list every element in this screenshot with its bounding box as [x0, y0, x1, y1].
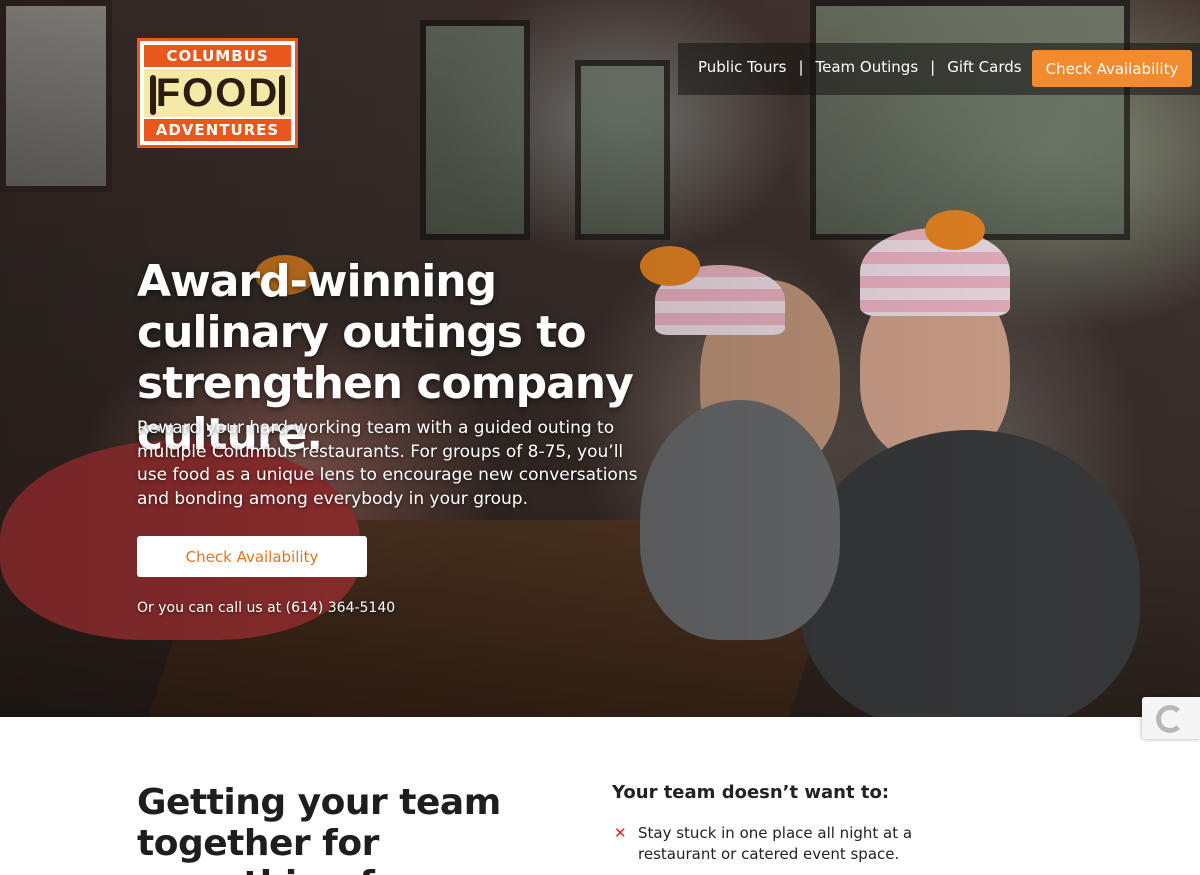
logo-text-mid: FOOD: [144, 69, 291, 117]
nav-check-availability-button[interactable]: Check Availability: [1032, 50, 1192, 87]
nav-links: Public Tours | Team Outings | Gift Cards: [698, 43, 1022, 91]
call-us-prefix: Or you can call us at: [137, 600, 282, 616]
spoon-icon: [279, 75, 285, 115]
list-item: ✕ Stay stuck in one place all night at a…: [614, 823, 994, 865]
list-item-text: Stay stuck in one place all night at a r…: [638, 824, 913, 863]
nav-link-gift-cards[interactable]: Gift Cards: [947, 58, 1021, 76]
recaptcha-badge[interactable]: [1142, 697, 1200, 739]
nav-link-team-outings[interactable]: Team Outings: [816, 58, 919, 76]
nav-separator: |: [798, 58, 804, 76]
logo-text-top: COLUMBUS: [144, 45, 291, 67]
hero-check-availability-button[interactable]: Check Availability: [137, 536, 367, 577]
logo-text-bottom: ADVENTURES: [144, 119, 291, 141]
phone-link[interactable]: (614) 364-5140: [286, 600, 396, 616]
fork-icon: [150, 75, 156, 115]
nav-link-public-tours[interactable]: Public Tours: [698, 58, 786, 76]
team-doesnt-want-list: ✕ Stay stuck in one place all night at a…: [614, 823, 994, 865]
nav-separator: |: [930, 58, 936, 76]
top-navigation: Public Tours | Team Outings | Gift Cards…: [678, 43, 1200, 95]
list-heading: Your team doesn’t want to:: [612, 782, 890, 803]
section-heading: Getting your team together for something…: [137, 782, 501, 875]
hero-subtitle: Reward your hard-working team with a gui…: [137, 418, 638, 509]
x-icon: ✕: [614, 824, 627, 842]
call-us-text: Or you can call us at (614) 364-5140: [137, 600, 395, 616]
recaptcha-icon: [1156, 705, 1184, 733]
site-logo[interactable]: COLUMBUS FOOD ADVENTURES: [137, 38, 298, 148]
